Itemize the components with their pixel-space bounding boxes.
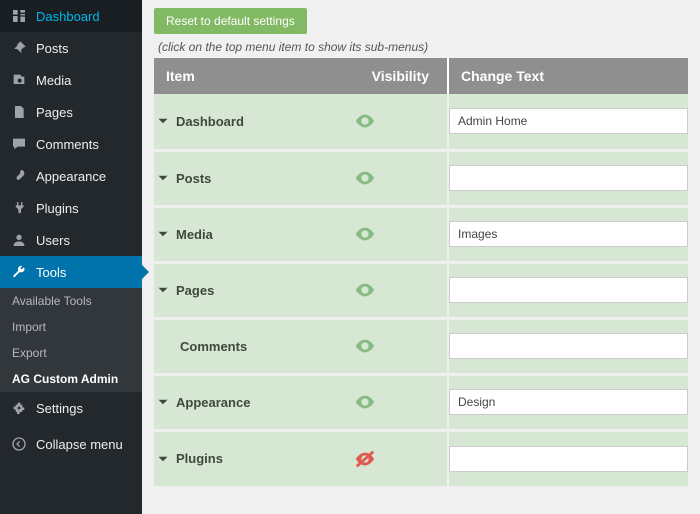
collapse-label: Collapse menu xyxy=(36,437,123,452)
hint-text: (click on the top menu item to show its … xyxy=(158,40,688,54)
submenu-item[interactable]: Available Tools xyxy=(0,288,142,314)
row-toggle[interactable]: Appearance xyxy=(154,393,354,411)
sidebar-item-plugins[interactable]: Plugins xyxy=(0,192,142,224)
table-row: Media xyxy=(154,206,688,262)
sidebar-item-label: Appearance xyxy=(36,169,106,184)
row-label: Comments xyxy=(180,339,247,354)
menu-table: Item Visibility Change Text Dashboard Pos… xyxy=(154,58,688,486)
caret-icon xyxy=(154,281,172,299)
comment-icon xyxy=(10,135,28,153)
row-label: Posts xyxy=(176,171,211,186)
user-icon xyxy=(10,231,28,249)
settings-icon xyxy=(10,399,28,417)
row-toggle[interactable]: Plugins xyxy=(154,450,354,468)
row-toggle[interactable]: Posts xyxy=(154,169,354,187)
main-content: Reset to default settings (click on the … xyxy=(142,0,700,514)
table-row: Comments xyxy=(154,318,688,374)
table-row: Appearance xyxy=(154,374,688,430)
submenu-item[interactable]: Import xyxy=(0,314,142,340)
dashboard-icon xyxy=(10,7,28,25)
change-text-input[interactable] xyxy=(449,389,688,415)
sidebar-submenu: Available ToolsImportExportAG Custom Adm… xyxy=(0,288,142,392)
brush-icon xyxy=(10,167,28,185)
row-toggle: Comments xyxy=(154,339,354,354)
visibility-toggle[interactable] xyxy=(354,223,447,245)
sidebar-item-label: Comments xyxy=(36,137,99,152)
col-visibility: Visibility xyxy=(354,58,448,94)
sidebar-item-media[interactable]: Media xyxy=(0,64,142,96)
table-row: Pages xyxy=(154,262,688,318)
sidebar-item-label: Tools xyxy=(36,265,66,280)
row-label: Appearance xyxy=(176,395,250,410)
caret-icon xyxy=(154,225,172,243)
sidebar-item-label: Settings xyxy=(36,401,83,416)
page-icon xyxy=(10,103,28,121)
visibility-toggle[interactable] xyxy=(354,335,447,357)
reset-button[interactable]: Reset to default settings xyxy=(154,8,307,34)
change-text-input[interactable] xyxy=(449,221,688,247)
active-pointer xyxy=(142,265,149,279)
change-text-input[interactable] xyxy=(449,446,688,472)
caret-icon xyxy=(154,112,172,130)
sidebar-item-dashboard[interactable]: Dashboard xyxy=(0,0,142,32)
collapse-icon xyxy=(10,435,28,453)
visibility-toggle[interactable] xyxy=(354,448,447,470)
sidebar-item-label: Media xyxy=(36,73,71,88)
sidebar-item-pages[interactable]: Pages xyxy=(0,96,142,128)
submenu-item[interactable]: Export xyxy=(0,340,142,366)
row-toggle[interactable]: Pages xyxy=(154,281,354,299)
row-label: Plugins xyxy=(176,451,223,466)
wrench-icon xyxy=(10,263,28,281)
sidebar-item-label: Posts xyxy=(36,41,69,56)
table-row: Posts xyxy=(154,150,688,206)
sidebar-item-label: Plugins xyxy=(36,201,79,216)
caret-icon xyxy=(154,393,172,411)
change-text-input[interactable] xyxy=(449,165,688,191)
change-text-input[interactable] xyxy=(449,333,688,359)
admin-sidebar: Dashboard Posts Media Pages Comments Appearan… xyxy=(0,0,142,514)
visibility-toggle[interactable] xyxy=(354,110,447,132)
col-item: Item xyxy=(154,58,354,94)
table-row: Dashboard xyxy=(154,94,688,150)
submenu-item[interactable]: AG Custom Admin xyxy=(0,366,142,392)
table-row: Plugins xyxy=(154,430,688,486)
row-label: Dashboard xyxy=(176,114,244,129)
sidebar-item-settings[interactable]: Settings xyxy=(0,392,142,424)
row-toggle[interactable]: Dashboard xyxy=(154,112,354,130)
row-label: Pages xyxy=(176,283,214,298)
visibility-toggle[interactable] xyxy=(354,167,447,189)
collapse-menu[interactable]: Collapse menu xyxy=(0,428,142,460)
sidebar-item-label: Dashboard xyxy=(36,9,100,24)
change-text-input[interactable] xyxy=(449,108,688,134)
row-label: Media xyxy=(176,227,213,242)
sidebar-item-users[interactable]: Users xyxy=(0,224,142,256)
sidebar-item-posts[interactable]: Posts xyxy=(0,32,142,64)
visibility-toggle[interactable] xyxy=(354,279,447,301)
change-text-input[interactable] xyxy=(449,277,688,303)
sidebar-item-comments[interactable]: Comments xyxy=(0,128,142,160)
sidebar-item-label: Users xyxy=(36,233,70,248)
caret-icon xyxy=(154,169,172,187)
media-icon xyxy=(10,71,28,89)
sidebar-item-tools[interactable]: Tools xyxy=(0,256,142,288)
row-toggle[interactable]: Media xyxy=(154,225,354,243)
col-change: Change Text xyxy=(448,58,688,94)
sidebar-item-label: Pages xyxy=(36,105,73,120)
caret-icon xyxy=(154,450,172,468)
pin-icon xyxy=(10,39,28,57)
plug-icon xyxy=(10,199,28,217)
visibility-toggle[interactable] xyxy=(354,391,447,413)
sidebar-item-appearance[interactable]: Appearance xyxy=(0,160,142,192)
